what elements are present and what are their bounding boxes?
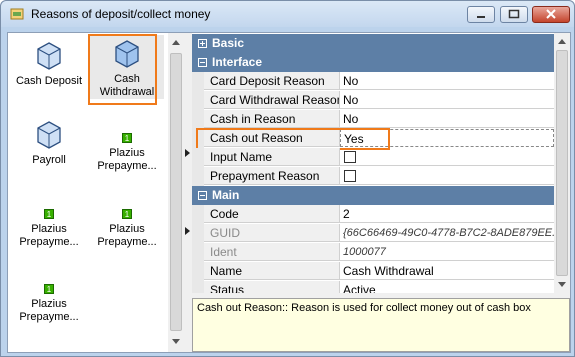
description-panel: Cash out Reason:: Reason is used for col… [192,298,570,352]
minimize-button[interactable] [467,6,495,23]
plazius-icon: 1 [44,284,54,294]
scroll-down-arrow-icon[interactable] [558,282,566,287]
splitter-arrow-icon[interactable] [185,149,190,157]
plazius-badge: 1 [47,285,52,294]
list-item-plazius-prepayment[interactable]: 1 Plazius Prepayme... [90,133,164,173]
category-basic[interactable]: Basic [192,34,554,53]
minimize-icon [477,16,485,18]
item-label: Plazius Prepayme... [97,223,157,248]
scroll-up-arrow-icon[interactable] [558,39,566,44]
property-value: 1000077 [340,243,554,261]
maximize-button[interactable] [500,6,528,23]
property-value[interactable]: No [340,91,554,109]
property-name: Code [204,205,340,223]
cube-icon [37,121,61,149]
plazius-badge: 1 [125,210,130,219]
cube-icon [37,42,61,70]
property-name: Card Withdrawal Reason [204,91,340,109]
property-value[interactable]: No [340,110,554,128]
property-row[interactable]: Prepayment Reason [192,167,554,186]
checkbox[interactable] [344,170,356,182]
grid-scrollbar[interactable] [554,33,570,293]
category-interface[interactable]: Interface [192,53,554,72]
property-value[interactable]: Cash Withdrawal [340,262,554,280]
property-value[interactable] [340,148,554,166]
property-value: {66C66469-49C0-4778-B7C2-8ADE879EE... [340,224,554,242]
property-row[interactable]: GUID {66C66469-49C0-4778-B7C2-8ADE879EE.… [192,224,554,243]
property-value[interactable] [340,167,554,185]
item-label: Plazius Prepayme... [97,147,157,172]
list-item-plazius-prepayment[interactable]: 1 Plazius Prepayme... [12,284,86,324]
property-name: Name [204,262,340,280]
property-row[interactable]: Cash in Reason No [192,110,554,129]
property-row[interactable]: Card Withdrawal Reason No [192,91,554,110]
category-label: Main [212,188,240,202]
collapse-icon[interactable] [198,58,207,67]
pane-splitter[interactable] [184,33,192,352]
scroll-thumb[interactable] [170,53,182,331]
property-row[interactable]: Status Active [192,281,554,293]
list-item-plazius-prepayment[interactable]: 1 Plazius Prepayme... [12,209,86,249]
plazius-icon: 1 [44,209,54,219]
property-row[interactable]: Code 2 [192,205,554,224]
property-name: Prepayment Reason [204,167,340,185]
property-name: Cash in Reason [204,110,340,128]
property-row[interactable]: Card Deposit Reason No [192,72,554,91]
plazius-badge: 1 [47,210,52,219]
plazius-icon: 1 [122,209,132,219]
plazius-badge: 1 [125,134,130,143]
splitter-arrow-icon[interactable] [185,227,190,235]
property-name: Card Deposit Reason [204,72,340,90]
maximize-icon [508,9,520,19]
property-value[interactable]: Active [340,281,554,293]
category-label: Basic [212,36,245,50]
reasons-list: Cash Deposit Cash Withdrawal Payroll 1 P… [8,33,169,352]
property-row[interactable]: Ident 1000077 [192,243,554,262]
close-icon [546,9,556,19]
list-scrollbar[interactable] [168,33,184,352]
title-bar[interactable]: Reasons of deposit/collect money [1,1,574,27]
property-value[interactable]: No [340,72,554,90]
app-icon [10,8,24,20]
client-area: Cash Deposit Cash Withdrawal Payroll 1 P… [7,32,571,353]
category-main[interactable]: Main [192,186,554,205]
item-label: Plazius Prepayme... [19,223,79,248]
item-label: Payroll [32,154,66,166]
scroll-up-arrow-icon[interactable] [172,40,180,45]
property-name: Input Name [204,148,340,166]
property-row[interactable]: Name Cash Withdrawal [192,262,554,281]
expand-icon[interactable] [198,39,207,48]
checkbox[interactable] [344,151,356,163]
property-value[interactable]: 2 [340,205,554,223]
property-row[interactable]: Input Name [192,148,554,167]
category-label: Interface [212,55,263,69]
selection-highlight [88,34,157,105]
window-title: Reasons of deposit/collect money [31,7,211,21]
list-item-plazius-prepayment[interactable]: 1 Plazius Prepayme... [90,209,164,249]
property-name: Ident [204,243,340,261]
list-item-cash-deposit[interactable]: Cash Deposit [12,41,86,88]
property-name: Status [204,281,340,293]
item-label: Cash Deposit [15,75,83,87]
collapse-icon[interactable] [198,191,207,200]
item-label: Plazius Prepayme... [19,298,79,323]
scroll-thumb[interactable] [556,50,568,276]
scroll-down-arrow-icon[interactable] [172,339,180,344]
property-grid: Basic Interface Card Deposit Reason No C… [192,33,570,293]
property-name: GUID [204,224,340,242]
list-item-payroll[interactable]: Payroll [12,120,86,167]
dialog-window: Reasons of deposit/collect money Cash De… [0,0,575,357]
close-button[interactable] [532,6,570,23]
row-highlight [196,128,390,150]
plazius-icon: 1 [122,133,132,143]
